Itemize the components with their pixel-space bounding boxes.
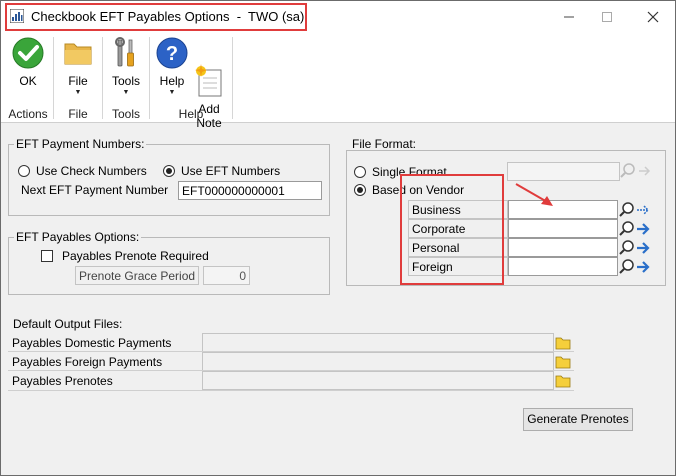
row-divider (8, 370, 574, 371)
tools-label: Tools (111, 74, 140, 88)
minimize-button[interactable] (554, 5, 584, 29)
default-output-files-label: Default Output Files: (13, 317, 123, 331)
folder-browse-icon[interactable] (555, 372, 571, 389)
ok-button[interactable]: OK (8, 36, 48, 88)
use-eft-numbers-label: Use EFT Numbers (181, 164, 281, 178)
single-format-radio[interactable] (354, 166, 366, 178)
chevron-down-icon: ▼ (74, 89, 82, 96)
eft-payment-numbers-label: EFT Payment Numbers: (14, 137, 147, 151)
prenote-grace-period-field[interactable]: 0 (203, 266, 250, 285)
title-annotation-box (5, 3, 307, 31)
ribbon-separator (53, 37, 54, 119)
svg-text:?: ? (166, 43, 178, 65)
based-on-vendor-radio[interactable] (354, 184, 366, 196)
folder-icon (61, 36, 95, 70)
file-format-label: File Format: (352, 137, 417, 151)
personal-format-field[interactable] (508, 238, 618, 257)
help-label: Help (159, 74, 185, 88)
ribbon-toolbar: OK File ▼ Tools ▼ ? Help ▼ Add Note Acti… (1, 33, 675, 130)
ribbon-separator (149, 37, 150, 119)
lookup-icon[interactable] (619, 220, 635, 237)
eft-payables-options-label: EFT Payables Options: (14, 230, 142, 244)
generate-prenotes-button[interactable]: Generate Prenotes (523, 408, 633, 431)
single-format-field[interactable] (507, 162, 620, 181)
minimize-icon (564, 16, 574, 18)
chevron-down-icon: ▼ (122, 89, 130, 96)
vendor-labels-annotation-box (400, 174, 504, 285)
arrow-right-icon[interactable] (635, 258, 651, 275)
payables-prenotes-field[interactable] (202, 371, 554, 390)
row-divider (8, 351, 574, 352)
row-divider (8, 390, 574, 391)
tools-icon (109, 36, 143, 70)
lookup-icon[interactable] (620, 162, 636, 179)
file-menu-button[interactable]: File ▼ (59, 36, 97, 97)
checkbook-eft-payables-options-window: Checkbook EFT Payables Options - TWO (sa… (0, 0, 676, 476)
lookup-icon[interactable] (619, 201, 635, 218)
payables-prenotes-label: Payables Prenotes (12, 374, 113, 388)
foreign-format-field[interactable] (508, 257, 618, 276)
expand-disabled-icon[interactable] (636, 162, 652, 179)
maximize-button[interactable] (592, 5, 622, 29)
help-icon: ? (155, 36, 189, 70)
next-eft-payment-number-field[interactable]: EFT000000000001 (178, 181, 322, 200)
eft-payment-numbers-group (8, 144, 330, 216)
payables-prenote-required-label: Payables Prenote Required (62, 249, 209, 263)
payables-domestic-payments-label: Payables Domestic Payments (12, 336, 172, 350)
use-check-numbers-radio[interactable] (18, 165, 30, 177)
close-icon (647, 11, 659, 23)
group-label-help: Help (178, 107, 204, 121)
help-menu-button[interactable]: ? Help ▼ (154, 36, 190, 97)
group-label-tools: Tools (111, 107, 140, 121)
payables-prenote-required-checkbox[interactable] (41, 250, 53, 262)
payables-foreign-payments-field[interactable] (202, 352, 554, 371)
payables-domestic-payments-field[interactable] (202, 333, 554, 352)
file-label: File (68, 74, 88, 88)
use-eft-numbers-radio[interactable] (163, 165, 175, 177)
folder-browse-icon[interactable] (555, 334, 571, 351)
next-eft-payment-number-label: Next EFT Payment Number (21, 183, 169, 197)
maximize-icon (602, 12, 612, 22)
arrow-right-icon[interactable] (635, 239, 651, 256)
tools-menu-button[interactable]: Tools ▼ (107, 36, 145, 97)
annotation-arrow-icon (515, 183, 553, 206)
chevron-down-icon: ▼ (168, 89, 176, 96)
ok-check-icon (11, 36, 45, 70)
ok-label: OK (19, 74, 37, 88)
title-bar: Checkbook EFT Payables Options - TWO (sa… (1, 1, 675, 33)
lookup-icon[interactable] (619, 258, 635, 275)
group-label-actions: Actions (8, 107, 48, 121)
lookup-icon[interactable] (619, 239, 635, 256)
prenote-grace-period-label: Prenote Grace Period (75, 266, 199, 285)
close-button[interactable] (638, 5, 668, 29)
dotted-expand-icon[interactable] (635, 201, 651, 218)
group-label-file: File (68, 107, 88, 121)
folder-browse-icon[interactable] (555, 353, 571, 370)
arrow-right-icon[interactable] (635, 220, 651, 237)
add-note-icon (192, 50, 226, 97)
use-check-numbers-label: Use Check Numbers (36, 164, 147, 178)
ribbon-separator (232, 37, 233, 119)
corporate-format-field[interactable] (508, 219, 618, 238)
payables-foreign-payments-label: Payables Foreign Payments (12, 355, 163, 369)
